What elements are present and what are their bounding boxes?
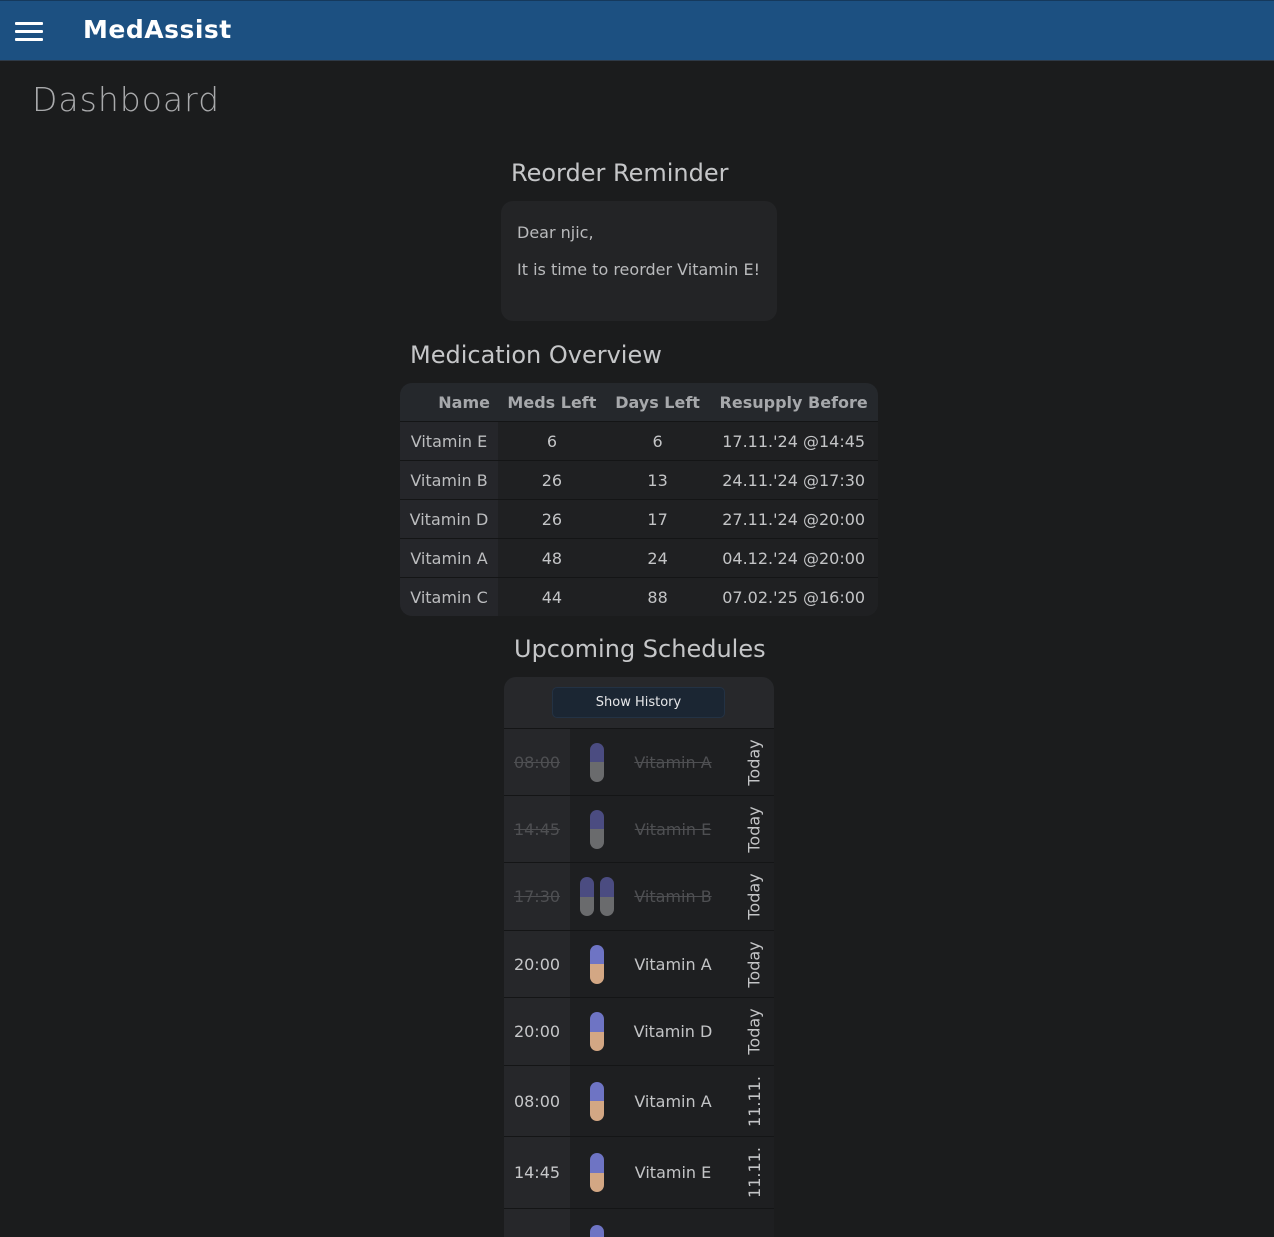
schedule-item[interactable]: 1. — [504, 1209, 774, 1237]
app-title[interactable]: MedAssist — [83, 15, 232, 44]
schedule-medication: Vitamin A — [624, 931, 722, 997]
resupply-before: 27.11.'24 @20:00 — [709, 500, 878, 539]
days-left: 6 — [606, 422, 709, 461]
schedule-day-label: Today — [745, 873, 764, 919]
schedule-time: 14:45 — [504, 1137, 570, 1208]
pill-icon — [600, 877, 614, 916]
pill-icon — [590, 1153, 604, 1192]
schedule-day: 11.11. — [742, 1137, 766, 1208]
schedule-time: 20:00 — [504, 998, 570, 1065]
medication-name: Vitamin D — [400, 500, 498, 539]
pill-icon — [590, 743, 604, 782]
pill-icons — [570, 796, 624, 862]
schedule-medication: Vitamin E — [624, 1137, 722, 1208]
meds-left: 48 — [498, 539, 606, 578]
meds-left: 26 — [498, 461, 606, 500]
pill-icons — [570, 863, 624, 930]
schedule-time: 20:00 — [504, 931, 570, 997]
pill-icon — [590, 1012, 604, 1051]
schedule-item[interactable]: 08:00 Vitamin A 11.11. — [504, 1066, 774, 1137]
meds-left: 6 — [498, 422, 606, 461]
medication-name: Vitamin B — [400, 461, 498, 500]
column-header-meds-left: Meds Left — [498, 383, 606, 422]
schedule-item[interactable]: 17:30 Vitamin B Today — [504, 863, 774, 931]
overview-title: Medication Overview — [410, 341, 662, 369]
reminder-card: Dear njic, It is time to reorder Vitamin… — [501, 201, 777, 321]
show-history-button[interactable]: Show History — [552, 687, 725, 718]
pill-icon — [590, 1082, 604, 1121]
column-header-name: Name — [400, 383, 498, 422]
schedule-medication: Vitamin A — [624, 729, 722, 795]
table-row: Vitamin C448807.02.'25 @16:00 — [400, 578, 878, 617]
days-left: 24 — [606, 539, 709, 578]
schedule-medication: Vitamin B — [624, 863, 722, 930]
schedule-item[interactable]: 20:00 Vitamin D Today — [504, 998, 774, 1066]
table-row: Vitamin E6617.11.'24 @14:45 — [400, 422, 878, 461]
table-row: Vitamin B261324.11.'24 @17:30 — [400, 461, 878, 500]
schedule-day-label: 11.11. — [745, 1076, 764, 1127]
table-row: Vitamin A482404.12.'24 @20:00 — [400, 539, 878, 578]
schedule-time: 08:00 — [504, 1066, 570, 1136]
pill-icon — [580, 877, 594, 916]
column-header-days-left: Days Left — [606, 383, 709, 422]
reminder-title: Reorder Reminder — [511, 159, 728, 187]
schedule-day: 11.11. — [742, 1066, 766, 1136]
pill-icons — [570, 931, 624, 997]
schedule-time — [504, 1209, 570, 1237]
resupply-before: 04.12.'24 @20:00 — [709, 539, 878, 578]
schedule-medication — [624, 1209, 722, 1237]
schedule-day: Today — [742, 796, 766, 862]
reminder-message: It is time to reorder Vitamin E! — [517, 260, 761, 279]
pill-icons — [570, 1066, 624, 1136]
pill-icon — [590, 945, 604, 984]
resupply-before: 07.02.'25 @16:00 — [709, 578, 878, 617]
app-header: MedAssist — [0, 0, 1274, 61]
schedule-day: Today — [742, 998, 766, 1065]
resupply-before: 24.11.'24 @17:30 — [709, 461, 878, 500]
schedule-item[interactable]: 08:00 Vitamin A Today — [504, 729, 774, 796]
medication-name: Vitamin C — [400, 578, 498, 617]
schedule-time: 08:00 — [504, 729, 570, 795]
schedule-time: 14:45 — [504, 796, 570, 862]
schedule-medication: Vitamin E — [624, 796, 722, 862]
schedule-header: Show History — [504, 677, 774, 729]
reminder-greeting: Dear njic, — [517, 223, 761, 242]
schedule-day-label: Today — [745, 1008, 764, 1054]
days-left: 13 — [606, 461, 709, 500]
medication-overview-table: Name Meds Left Days Left Resupply Before… — [400, 383, 878, 616]
schedule-day-label: Today — [745, 941, 764, 987]
schedule-time: 17:30 — [504, 863, 570, 930]
page-title: Dashboard — [32, 80, 220, 119]
pill-icons — [570, 998, 624, 1065]
schedule-day-label: 11.11. — [745, 1147, 764, 1198]
meds-left: 26 — [498, 500, 606, 539]
days-left: 88 — [606, 578, 709, 617]
schedule-day: Today — [742, 931, 766, 997]
pill-icons — [570, 1209, 624, 1237]
table-row: Vitamin D261727.11.'24 @20:00 — [400, 500, 878, 539]
column-header-resupply: Resupply Before — [709, 383, 878, 422]
schedules-title: Upcoming Schedules — [514, 635, 766, 663]
pill-icons — [570, 729, 624, 795]
schedule-day-label: Today — [745, 739, 764, 785]
pill-icon — [590, 810, 604, 849]
resupply-before: 17.11.'24 @14:45 — [709, 422, 878, 461]
schedule-medication: Vitamin A — [624, 1066, 722, 1136]
schedule-item[interactable]: 20:00 Vitamin A Today — [504, 931, 774, 998]
pill-icons — [570, 1137, 624, 1208]
schedule-day-label: Today — [745, 806, 764, 852]
schedule-medication: Vitamin D — [624, 998, 722, 1065]
schedule-day: Today — [742, 863, 766, 930]
schedule-item[interactable]: 14:45 Vitamin E 11.11. — [504, 1137, 774, 1209]
medication-name: Vitamin E — [400, 422, 498, 461]
days-left: 17 — [606, 500, 709, 539]
schedule-day: 1. — [742, 1209, 766, 1237]
meds-left: 44 — [498, 578, 606, 617]
menu-icon[interactable] — [15, 22, 43, 42]
medication-name: Vitamin A — [400, 539, 498, 578]
schedule-item[interactable]: 14:45 Vitamin E Today — [504, 796, 774, 863]
schedule-day: Today — [742, 729, 766, 795]
schedule-list: Show History 08:00 Vitamin A Today 14:45 Vit… — [504, 677, 774, 1237]
